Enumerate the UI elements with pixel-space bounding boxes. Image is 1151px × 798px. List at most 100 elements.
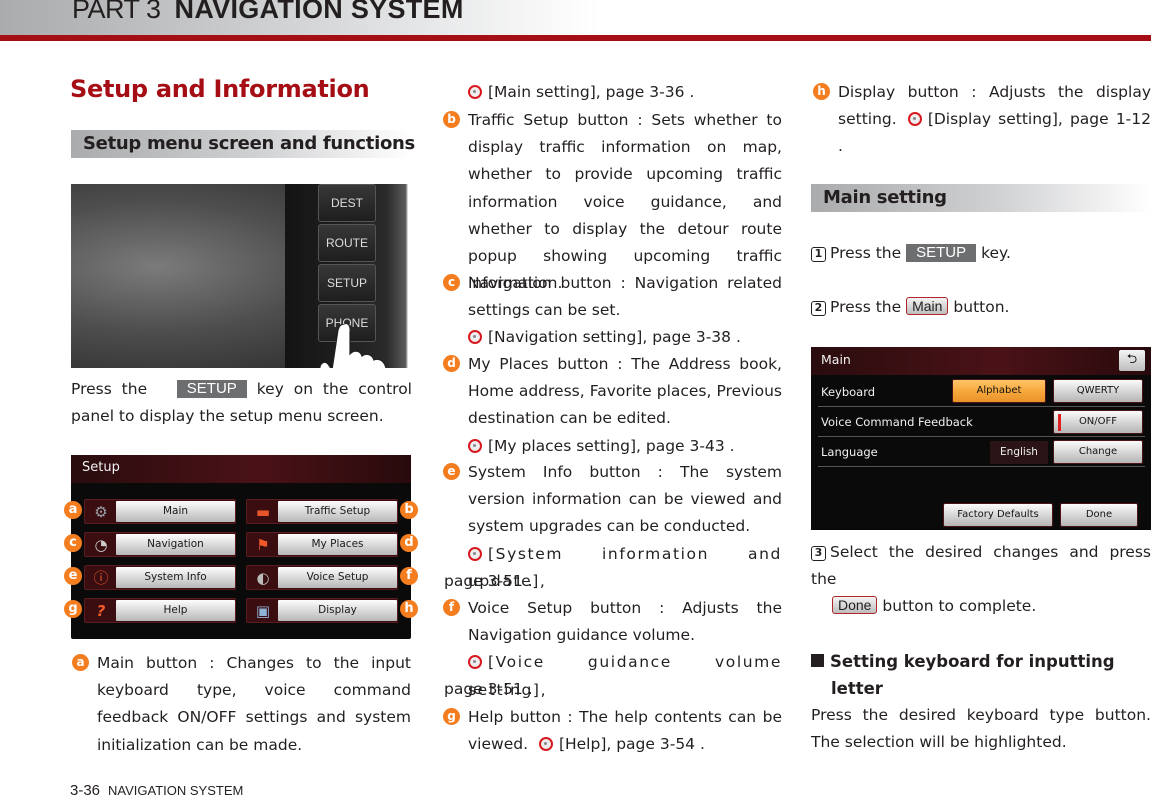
description-e-cont: page 3-51 .	[444, 568, 758, 595]
reference-navigation-text[interactable]: [Navigation setting], page 3-38 .	[488, 328, 741, 346]
header-rule	[0, 35, 1151, 41]
info-icon: ⓘ	[93, 569, 109, 587]
description-f-text: Voice Setup button : Adjusts the Navigat…	[468, 599, 782, 645]
reference-voice-page: page 3-51 .	[444, 680, 533, 698]
description-a: a Main button : Changes to the input key…	[72, 650, 411, 759]
bullet-a: a	[72, 654, 89, 671]
my-places-button[interactable]: My Places	[278, 534, 397, 555]
reference-my-places-text[interactable]: [My places setting], page 3-43 .	[488, 437, 735, 455]
badge-e: e	[64, 567, 82, 585]
step-3: 3 Select the desired changes and press th…	[811, 539, 1151, 620]
back-arrow-icon[interactable]: ⮌	[1119, 350, 1145, 371]
main-titlebar: Main ⮌	[811, 347, 1151, 375]
intro-paragraph: Press the SETUP key on the control panel…	[71, 376, 412, 430]
subhead-setup-menu-text: Setup menu screen and functions	[83, 133, 415, 154]
step-number-2: 2	[811, 301, 826, 316]
setup-menu-screen: Setup ⚙ Main ▬ Traffic Setup ◔ Navigatio…	[64, 455, 418, 639]
description-c: c Navigation button : Navigation related…	[443, 270, 782, 352]
description-d-text: My Places button : The Address book, Hom…	[468, 355, 782, 428]
clock-icon: ◔	[94, 536, 108, 554]
gear-icon: ⚙	[94, 503, 108, 521]
header-title: PART 3 NAVIGATION SYSTEM	[72, 0, 464, 25]
menu-main[interactable]: ⚙ Main	[84, 499, 236, 524]
help-button[interactable]: Help	[116, 600, 235, 621]
heading-line-1: Setting keyboard for inputting	[830, 652, 1115, 671]
subhead-setup-menu: Setup menu screen and functions	[71, 130, 415, 158]
reference-main-setting: [Main setting], page 3-36 .	[468, 79, 782, 106]
page-header: PART 3 NAVIGATION SYSTEM	[0, 0, 1151, 40]
keyboard-section-heading: Setting keyboard for inputting letter	[811, 648, 1151, 702]
heading-line-2: letter	[831, 679, 883, 698]
badge-a: a	[64, 501, 82, 519]
square-bullet-icon	[811, 654, 824, 667]
pointing-hand-icon	[319, 324, 387, 368]
bullet-h: h	[813, 83, 830, 100]
main-button[interactable]: Main	[116, 501, 235, 522]
header-system: NAVIGATION SYSTEM	[174, 0, 464, 24]
badge-d: d	[400, 534, 418, 552]
voice-setup-button[interactable]: Voice Setup	[278, 567, 397, 588]
badge-g: g	[64, 600, 82, 618]
bullet-d: d	[443, 355, 460, 372]
description-c-text: Navigation button : Navigation related s…	[468, 274, 782, 320]
toggle-indicator	[1058, 414, 1061, 431]
description-a-text: Main button : Changes to the input keybo…	[97, 654, 411, 754]
description-b-text: Traffic Setup button : Sets whether to d…	[468, 111, 782, 293]
reference-icon	[907, 112, 922, 127]
menu-navigation[interactable]: ◔ Navigation	[84, 532, 236, 557]
control-panel-photo: DEST ROUTE SETUP PHONE	[71, 184, 412, 368]
traffic-setup-button[interactable]: Traffic Setup	[278, 501, 397, 522]
page-footer: 3-36 NAVIGATION SYSTEM	[70, 782, 243, 798]
menu-my-places[interactable]: ⚑ My Places	[246, 532, 398, 557]
car-icon: ▬	[255, 503, 271, 521]
badge-h: h	[400, 600, 418, 618]
main-screen-title: Main	[821, 352, 851, 367]
keyboard-section-body: Press the desired keyboard type button. …	[811, 702, 1151, 756]
keyboard-row: Keyboard Alphabet QWERTY	[818, 377, 1145, 407]
factory-defaults-button[interactable]: Factory Defaults	[943, 503, 1053, 527]
bullet-g: g	[443, 708, 460, 725]
footer-label: NAVIGATION SYSTEM	[108, 783, 244, 798]
menu-traffic-setup[interactable]: ▬ Traffic Setup	[246, 499, 398, 524]
description-b: b Traffic Setup button : Sets whether to…	[443, 107, 782, 297]
done-button[interactable]: Done	[1060, 503, 1138, 527]
system-info-button[interactable]: System Info	[116, 567, 235, 588]
navigation-button[interactable]: Navigation	[116, 534, 235, 555]
description-e-text: System Info button : The system version …	[468, 463, 782, 536]
change-language-button[interactable]: Change	[1053, 440, 1143, 464]
flag-icon: ⚑	[256, 536, 270, 554]
badge-f: f	[400, 567, 418, 585]
subhead-main-setting-text: Main setting	[823, 187, 947, 208]
badge-c: c	[64, 534, 82, 552]
menu-system-info[interactable]: ⓘ System Info	[84, 565, 236, 590]
menu-help[interactable]: ? Help	[84, 598, 236, 623]
help-icon: ?	[96, 602, 106, 620]
reference-icon	[468, 438, 482, 453]
reference-main-text[interactable]: [Main setting], page 3-36 .	[488, 83, 694, 101]
bullet-e: e	[443, 463, 460, 480]
description-d: d My Places button : The Address book, H…	[443, 351, 782, 460]
setup-titlebar: Setup	[71, 455, 411, 483]
description-g: g Help button : The help contents can be…	[443, 704, 782, 758]
reference-help-text[interactable]: [Help], page 3-54 .	[559, 735, 705, 753]
step-3-text-before: Select the desired changes and press the	[811, 543, 1151, 588]
step-1: 1 Press the SETUP key.	[811, 240, 1151, 267]
description-h: h Display button : Adjusts the display s…	[813, 79, 1151, 161]
badge-b: b	[400, 501, 418, 519]
step-number-1: 1	[811, 247, 826, 262]
monitor-icon: ▣	[255, 602, 271, 620]
alphabet-button[interactable]: Alphabet	[952, 379, 1046, 403]
setup-key-label: SETUP	[906, 244, 977, 262]
menu-display[interactable]: ▣ Display	[246, 598, 398, 623]
reference-icon	[468, 655, 482, 670]
keyboard-section-body-text: Press the desired keyboard type button. …	[811, 706, 1151, 751]
voice-feedback-toggle[interactable]: ON/OFF	[1053, 410, 1143, 434]
headset-icon: ◐	[256, 569, 270, 587]
step-1-text-after: key.	[981, 244, 1011, 262]
display-button[interactable]: Display	[278, 600, 397, 621]
qwerty-button[interactable]: QWERTY	[1053, 379, 1143, 403]
language-label: Language	[821, 445, 878, 459]
step-2-text-before: Press the	[830, 298, 902, 316]
menu-voice-setup[interactable]: ◐ Voice Setup	[246, 565, 398, 590]
page-number: 3-36	[70, 782, 101, 798]
